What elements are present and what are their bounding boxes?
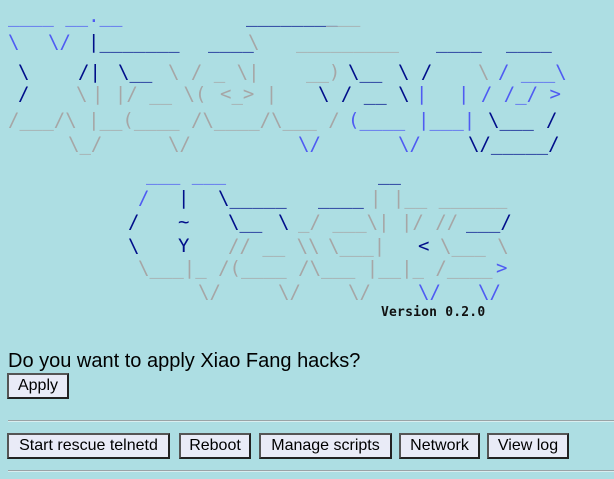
view-log-button[interactable]: View log	[487, 433, 569, 459]
svg-text:|: |	[416, 83, 427, 105]
svg-text:|___|: |___|	[418, 109, 475, 131]
svg-text:\___|: \___|	[328, 235, 385, 257]
svg-text:\___ \: \___ \	[440, 235, 509, 257]
svg-text:____: ____	[506, 31, 552, 53]
svg-text:(____: (____	[348, 109, 406, 131]
divider-top	[8, 420, 614, 422]
svg-text:\ /: \ /	[398, 61, 432, 83]
svg-text:___/: ___/	[466, 211, 512, 233]
svg-text:__): __)	[306, 61, 340, 83]
network-button[interactable]: Network	[399, 433, 480, 459]
svg-text:___: ___	[326, 5, 361, 27]
svg-text:/: /	[128, 211, 139, 233]
svg-text:\_____: \_____	[218, 187, 287, 209]
svg-text:\__: \__	[348, 61, 383, 83]
svg-text:| |__ ______: | |__ ______	[370, 187, 508, 209]
svg-text:\/: \/	[418, 281, 441, 303]
svg-text:\ / __ \: \ / __ \	[318, 83, 410, 105]
apply-hacks-question: Do you want to apply Xiao Fang hacks?	[8, 350, 361, 372]
svg-text:/: /	[138, 187, 149, 209]
svg-text:Y: Y	[178, 235, 190, 257]
svg-text:<_> |: <_> |	[220, 83, 277, 105]
svg-text:________: ________	[246, 5, 338, 27]
svg-text:__: __	[378, 163, 401, 185]
svg-text:\: \	[18, 61, 29, 83]
svg-text:_/ ___\| |/ //: _/ ___\| |/ //	[298, 211, 458, 233]
svg-text:\: \	[248, 31, 259, 53]
svg-text:\__: \__	[228, 211, 263, 233]
svg-text:/: /	[18, 83, 29, 105]
svg-text:~: ~	[178, 211, 189, 233]
svg-text:| / /_/ >: | / /_/ >	[458, 83, 561, 105]
svg-text:// __ \\: // __ \\	[228, 235, 320, 257]
svg-text:\__: \__	[118, 61, 153, 83]
svg-text:\/: \/	[278, 281, 301, 303]
svg-text:\: \	[76, 83, 87, 105]
start-rescue-telnetd-button[interactable]: Start rescue telnetd	[7, 433, 170, 459]
svg-text:/___/\ |__(____ /\____/\___: /___/\ |__(____ /\____/\___ /	[8, 109, 340, 131]
svg-text:\: \	[278, 211, 289, 233]
svg-text:\___: \___	[488, 109, 534, 131]
svg-text:\/: \/	[168, 133, 191, 155]
svg-text:>: >	[496, 257, 507, 279]
svg-text:____: ____	[318, 187, 364, 209]
svg-text:/: /	[546, 109, 557, 131]
svg-text:\: \	[8, 31, 19, 53]
svg-text:_________: _________	[296, 31, 400, 53]
svg-text:\___|_ /(____ /\___ |__|_ /: \___|_ /(____ /\___ |__|_ /____	[138, 257, 493, 279]
svg-text:\/: \/	[478, 281, 501, 303]
version-label: Version 0.2.0	[381, 305, 486, 320]
svg-text:/ ___\: / ___\	[498, 61, 567, 83]
svg-text:___ ___: ___ ___	[146, 163, 227, 185]
svg-text:<: <	[418, 235, 429, 257]
svg-text:\: \	[128, 235, 139, 257]
svg-text:|: |	[178, 187, 189, 209]
svg-text:\/: \/	[298, 133, 321, 155]
apply-button[interactable]: Apply	[7, 373, 69, 399]
svg-text:\/: \/	[398, 133, 421, 155]
svg-text:|_______: |_______	[88, 31, 180, 53]
xiaofang-hacks-ascii-logo: ____ __.__ ___________ \ \/|_______ ____\…	[8, 5, 567, 303]
manage-scripts-button[interactable]: Manage scripts	[259, 433, 392, 459]
svg-text:\_/: \_/	[68, 133, 102, 155]
svg-text:\/: \/	[348, 281, 371, 303]
svg-text:____ __.__: ____ __.__	[8, 5, 123, 27]
svg-text:\/: \/	[48, 31, 71, 53]
svg-text:\/: \/	[198, 281, 221, 303]
svg-text:/|: /|	[78, 61, 101, 83]
svg-text:\: \	[478, 61, 489, 83]
svg-text:| |/ __ \(: | |/ __ \(	[92, 83, 206, 105]
reboot-button[interactable]: Reboot	[179, 433, 251, 459]
svg-text:\/_____/: \/_____/	[468, 133, 560, 155]
divider-bottom	[8, 470, 614, 472]
svg-text:____: ____	[436, 31, 482, 53]
svg-text:\ / _ \|: \ / _ \|	[168, 61, 260, 83]
